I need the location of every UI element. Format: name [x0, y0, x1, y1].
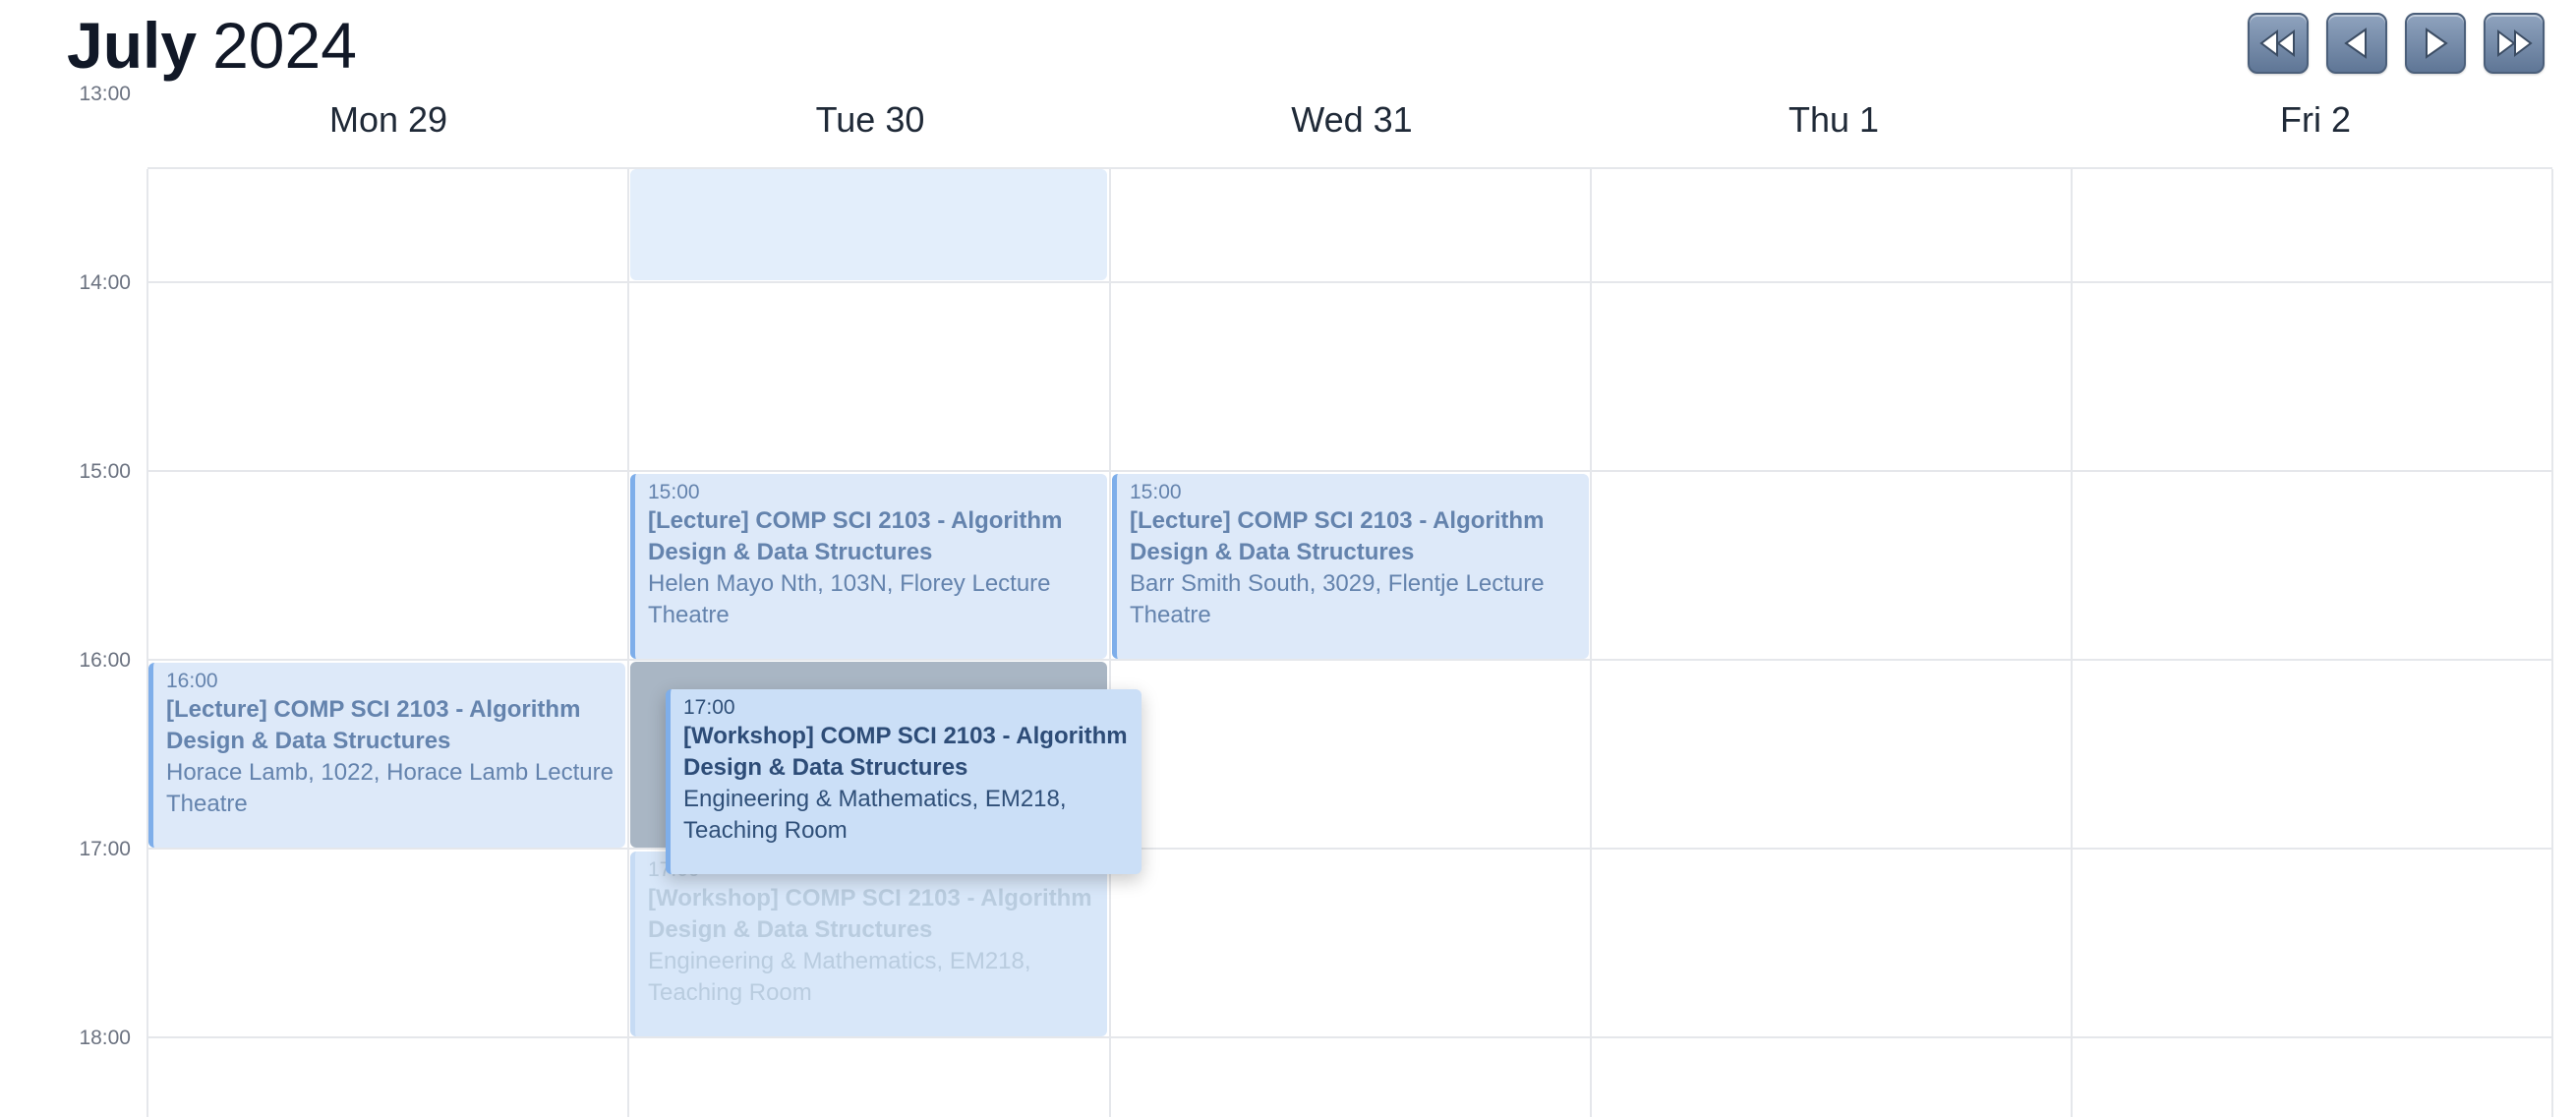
event-time: 15:00	[1130, 481, 1182, 503]
play-right-icon	[2426, 28, 2448, 59]
event-title: [Lecture] COMP SCI 2103 - Algorithm Desi…	[166, 696, 581, 754]
day-column-mon[interactable]	[148, 169, 626, 1117]
event-time: 15:00	[648, 481, 700, 503]
event-location: Engineering & Mathematics, EM218, Teachi…	[683, 786, 1067, 844]
first-page-button[interactable]	[2248, 13, 2309, 74]
event-location: Helen Mayo Nth, 103N, Florey Lecture The…	[648, 570, 1051, 628]
day-header-tue: Tue 30	[815, 99, 925, 140]
year-label: 2024	[212, 9, 357, 82]
event-lecture-tue[interactable]: 15:00 [Lecture] COMP SCI 2103 - Algorith…	[630, 474, 1107, 659]
day-header-wed: Wed 31	[1291, 99, 1413, 140]
time-label: 17:00	[79, 838, 131, 860]
day-header-fri: Fri 2	[2280, 99, 2351, 140]
event-lecture-mon[interactable]: 16:00 [Lecture] COMP SCI 2103 - Algorith…	[148, 663, 625, 848]
next-button[interactable]	[2405, 13, 2466, 74]
event-workshop-dragging[interactable]: 17:00 [Workshop] COMP SCI 2103 - Algorit…	[666, 689, 1142, 874]
time-label: 14:00	[79, 271, 131, 294]
time-label: 13:00	[79, 83, 131, 105]
last-page-button[interactable]	[2484, 13, 2545, 74]
day-header-mon: Mon 29	[328, 99, 448, 140]
event-title: [Workshop] COMP SCI 2103 - Algorithm Des…	[683, 723, 1128, 781]
event-title: [Workshop] COMP SCI 2103 - Algorithm Des…	[648, 885, 1092, 943]
play-left-icon	[2344, 28, 2367, 59]
double-chevron-left-icon	[2259, 29, 2295, 57]
time-label: 18:00	[79, 1027, 131, 1049]
event-title: [Lecture] COMP SCI 2103 - Algorithm Desi…	[648, 507, 1063, 565]
event-location: Barr Smith South, 3029, Flentje Lecture …	[1130, 570, 1545, 628]
month-label: July	[67, 9, 198, 82]
previous-button[interactable]	[2326, 13, 2387, 74]
event-lecture-wed[interactable]: 15:00 [Lecture] COMP SCI 2103 - Algorith…	[1112, 474, 1589, 659]
column-divider	[2551, 169, 2553, 1117]
time-label: 16:00	[79, 649, 131, 672]
day-column-fri[interactable]	[2073, 169, 2550, 1117]
event-location: Engineering & Mathematics, EM218, Teachi…	[648, 948, 1031, 1006]
event-time: 17:00	[683, 696, 735, 719]
event-block-partial[interactable]	[630, 169, 1107, 280]
event-workshop-original[interactable]: 17:00 [Workshop] COMP SCI 2103 - Algorit…	[630, 852, 1107, 1036]
day-column-thu[interactable]	[1592, 169, 2070, 1117]
double-chevron-right-icon	[2497, 29, 2533, 57]
event-title: [Lecture] COMP SCI 2103 - Algorithm Desi…	[1130, 507, 1545, 565]
day-header-thu: Thu 1	[1787, 99, 1880, 140]
month-title: July 2024	[67, 6, 357, 85]
event-location: Horace Lamb, 1022, Horace Lamb Lecture T…	[166, 759, 614, 817]
event-time: 16:00	[166, 670, 218, 692]
time-label: 15:00	[79, 460, 131, 483]
